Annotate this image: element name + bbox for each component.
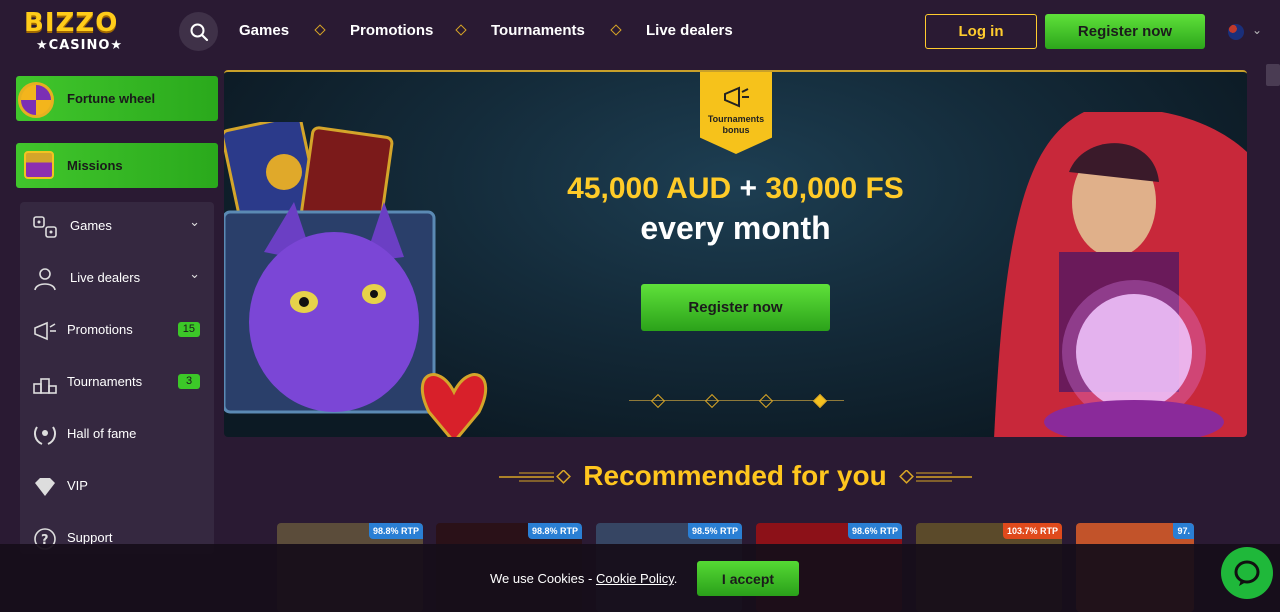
sidebar-menu: Games ⌄ Live dealers ⌄ Promotions 15 Tou… bbox=[20, 202, 214, 554]
treasure-chest-icon bbox=[24, 151, 54, 179]
rtp-badge: 97. bbox=[1173, 523, 1194, 539]
badge-text: Tournaments bonus bbox=[707, 114, 765, 135]
dealer-icon bbox=[34, 268, 56, 291]
nav-games[interactable]: Games bbox=[239, 22, 289, 39]
recommended-title: Recommended for you bbox=[583, 460, 887, 491]
carousel-dot-icon[interactable] bbox=[758, 393, 774, 409]
cookie-policy-link[interactable]: Cookie Policy bbox=[596, 571, 674, 586]
promotions-count-badge: 15 bbox=[177, 322, 200, 337]
search-button[interactable] bbox=[179, 12, 218, 51]
fortune-wheel-icon bbox=[18, 82, 54, 118]
sidebar-item-hall-of-fame[interactable]: Hall of fame bbox=[20, 410, 214, 460]
games-icon bbox=[33, 216, 57, 238]
carousel-pagination bbox=[629, 393, 844, 409]
sidebar-item-label: Games bbox=[70, 218, 112, 233]
australia-flag-icon bbox=[1228, 24, 1244, 40]
logo-subtitle: ★CASINO★ bbox=[36, 38, 124, 53]
rtp-badge: 98.8% RTP bbox=[527, 523, 582, 539]
hero-banner[interactable]: Tournaments bonus 45,000 AUD + 30,000 FS… bbox=[224, 70, 1247, 437]
top-header: BIZZO ★CASINO★ Games Promotions Tourname… bbox=[0, 0, 1280, 64]
sidebar-item-promotions[interactable]: Promotions 15 bbox=[20, 306, 214, 356]
scrollbar-thumb[interactable] bbox=[1266, 64, 1280, 86]
cookie-text-end: . bbox=[673, 571, 678, 586]
accept-cookies-button[interactable]: I accept bbox=[697, 561, 799, 596]
nav-separator-icon bbox=[314, 24, 326, 36]
chevron-down-icon: ⌄ bbox=[189, 266, 200, 281]
cookie-message: We use Cookies - Cookie Policy. bbox=[490, 571, 677, 586]
carousel-dot-icon[interactable] bbox=[704, 393, 720, 409]
chevron-down-icon: ⌄ bbox=[189, 214, 200, 229]
nav-live-dealers[interactable]: Live dealers bbox=[646, 22, 733, 39]
chat-bubble-icon bbox=[1234, 560, 1260, 586]
sidebar-item-label: Promotions bbox=[67, 322, 133, 337]
megaphone-icon bbox=[724, 86, 749, 108]
cat-illustration bbox=[224, 122, 488, 437]
podium-icon bbox=[33, 378, 57, 394]
banner-register-button[interactable]: Register now bbox=[641, 284, 830, 331]
chevron-down-icon: ⌄ bbox=[1252, 23, 1263, 37]
sidebar-item-label: Hall of fame bbox=[67, 426, 137, 441]
banner-headline: 45,000 AUD + 30,000 FS bbox=[224, 172, 1247, 206]
nav-separator-icon bbox=[610, 24, 622, 36]
missions-card[interactable]: Missions bbox=[16, 143, 218, 188]
bonus-amount-fs: 30,000 FS bbox=[765, 172, 904, 205]
rtp-badge: 98.5% RTP bbox=[687, 523, 742, 539]
rtp-badge: 103.7% RTP bbox=[1002, 523, 1062, 539]
cookie-consent-bar: We use Cookies - Cookie Policy. I accept bbox=[0, 544, 1280, 612]
sidebar-item-label: Tournaments bbox=[67, 374, 143, 389]
live-chat-button[interactable] bbox=[1221, 547, 1273, 599]
carousel-dot-icon[interactable] bbox=[650, 393, 666, 409]
sidebar-item-tournaments[interactable]: Tournaments 3 bbox=[20, 358, 214, 408]
language-selector[interactable]: ⌄ bbox=[1228, 23, 1268, 41]
fortune-wheel-card[interactable]: Fortune wheel bbox=[16, 76, 218, 121]
banner-subtitle: every month bbox=[640, 210, 831, 246]
missions-label: Missions bbox=[67, 158, 123, 173]
carousel-dot-active-icon[interactable] bbox=[812, 393, 828, 409]
fortune-teller-illustration bbox=[994, 112, 1247, 437]
logo-wordmark: BIZZO bbox=[24, 8, 119, 38]
cookie-text: We use Cookies - bbox=[490, 571, 596, 586]
rtp-badge: 98.8% RTP bbox=[368, 523, 423, 539]
title-ornament-right-icon bbox=[899, 470, 972, 484]
search-icon bbox=[190, 23, 208, 41]
login-button[interactable]: Log in bbox=[925, 14, 1037, 49]
megaphone-icon bbox=[34, 321, 56, 341]
tournaments-count-badge: 3 bbox=[178, 374, 200, 389]
rtp-badge: 98.6% RTP bbox=[847, 523, 902, 539]
nav-promotions[interactable]: Promotions bbox=[350, 22, 433, 39]
sidebar-item-live-dealers[interactable]: Live dealers ⌄ bbox=[20, 254, 214, 304]
nav-separator-icon bbox=[455, 24, 467, 36]
plus-sign: + bbox=[739, 172, 758, 205]
tournaments-bonus-badge: Tournaments bonus bbox=[700, 72, 772, 154]
register-button[interactable]: Register now bbox=[1045, 14, 1205, 49]
sidebar-item-label: Support bbox=[67, 530, 113, 545]
sidebar-item-games[interactable]: Games ⌄ bbox=[20, 202, 214, 252]
laurel-icon bbox=[33, 426, 57, 445]
bonus-amount-aud: 45,000 AUD bbox=[567, 172, 732, 205]
fortune-wheel-label: Fortune wheel bbox=[67, 91, 156, 106]
nav-tournaments[interactable]: Tournaments bbox=[491, 22, 585, 39]
sidebar-item-label: Live dealers bbox=[70, 270, 141, 285]
bizzo-casino-logo[interactable]: BIZZO ★CASINO★ bbox=[24, 8, 134, 54]
